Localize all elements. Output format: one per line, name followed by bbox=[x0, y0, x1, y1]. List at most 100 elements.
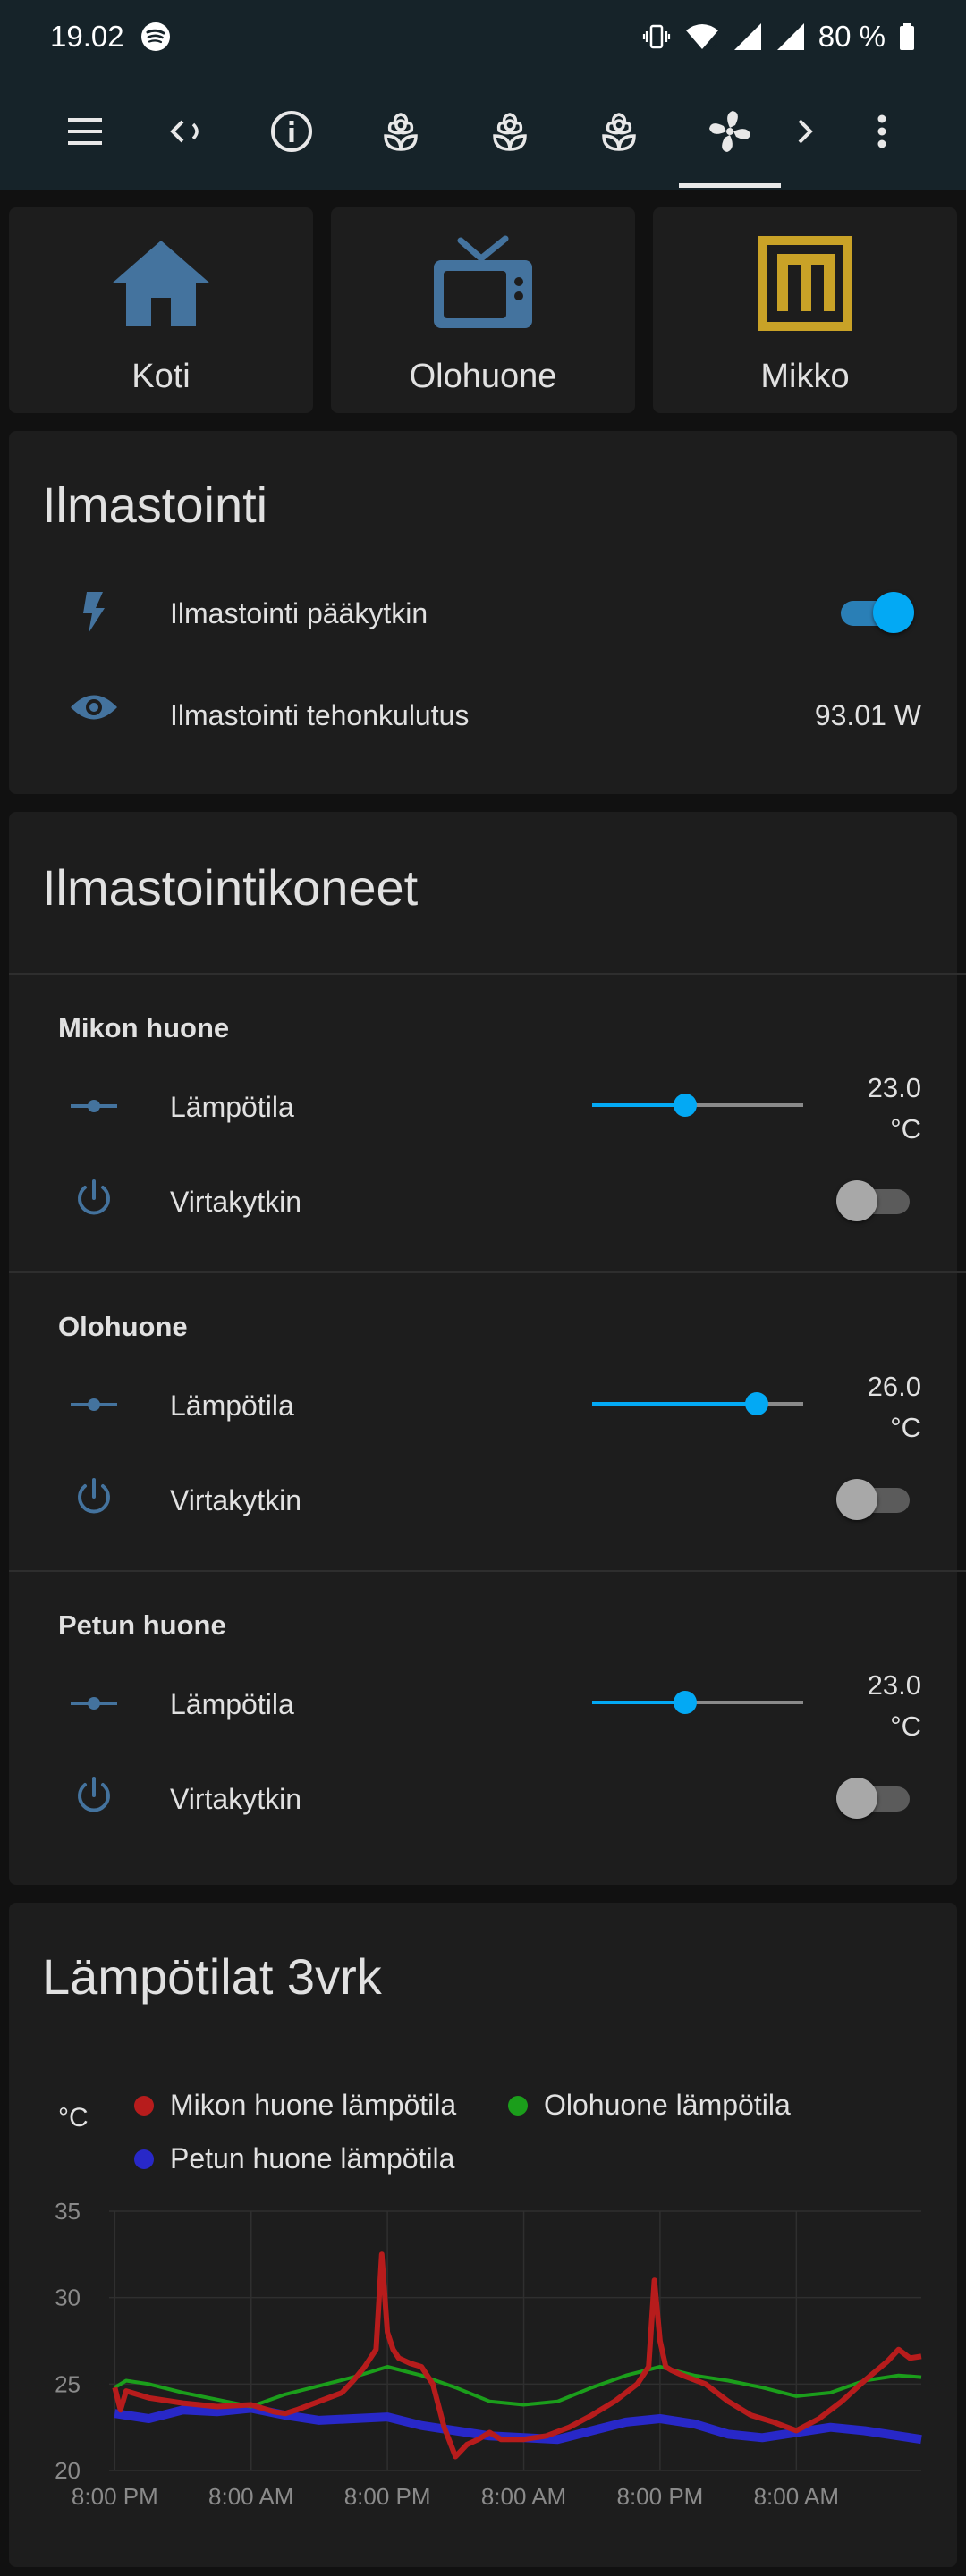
temp-value-display: 23.0 °C bbox=[868, 1665, 921, 1747]
thermostat-slider-icon bbox=[64, 1690, 123, 1717]
switch-label: Virtakytkin bbox=[170, 1186, 302, 1218]
toggle-knob bbox=[836, 1479, 877, 1520]
info-icon[interactable] bbox=[256, 73, 327, 190]
x-tick-label: 8:00 AM bbox=[754, 2483, 839, 2510]
y-tick-label: 35 bbox=[55, 2198, 80, 2225]
x-tick-label: 8:00 PM bbox=[72, 2483, 158, 2510]
temp-slider[interactable] bbox=[592, 1087, 803, 1123]
slider-fill bbox=[592, 1701, 685, 1704]
room-name: Petun huone bbox=[58, 1609, 226, 1641]
flash-icon bbox=[64, 590, 123, 635]
home-icon bbox=[108, 234, 214, 333]
menu-icon[interactable] bbox=[49, 73, 121, 190]
room-power-toggle[interactable] bbox=[836, 1176, 917, 1226]
nav-label: Olohuone bbox=[409, 358, 557, 395]
temp-label: Lämpötila bbox=[170, 1389, 294, 1422]
slider-fill bbox=[592, 1103, 685, 1107]
active-tab-indicator bbox=[679, 183, 781, 188]
flower-icon[interactable] bbox=[365, 73, 436, 190]
temp-value-display: 26.0 °C bbox=[868, 1366, 921, 1448]
room-power-toggle[interactable] bbox=[836, 1773, 917, 1823]
eye-icon bbox=[64, 685, 123, 730]
power-icon bbox=[64, 1475, 123, 1520]
slider-fill bbox=[592, 1402, 758, 1406]
power-label: Ilmastointi tehonkulutus bbox=[170, 699, 470, 731]
status-bar: 19.02 80 % bbox=[0, 0, 966, 73]
more-vert-icon[interactable] bbox=[846, 73, 918, 190]
power-icon bbox=[64, 1774, 123, 1819]
divider bbox=[9, 1271, 966, 1273]
power-value: 93.01 W bbox=[814, 699, 921, 731]
vibrate-icon bbox=[641, 21, 672, 52]
temp-value: 23.0 bbox=[867, 1072, 921, 1103]
y-tick-label: 30 bbox=[55, 2285, 80, 2311]
ilmastointi-card: Ilmastointi Ilmastointi pääkytkin Ilmast… bbox=[9, 431, 957, 794]
temp-value: 23.0 bbox=[867, 1669, 921, 1701]
toggle-knob bbox=[873, 592, 914, 633]
nav-button-olohuone[interactable]: Olohuone bbox=[331, 207, 635, 413]
wifi-icon bbox=[684, 21, 720, 52]
temp-unit: °C bbox=[890, 1710, 921, 1742]
temp-label: Lämpötila bbox=[170, 1091, 294, 1123]
main-switch-toggle[interactable] bbox=[834, 587, 914, 638]
slider-thumb[interactable] bbox=[745, 1392, 769, 1415]
flower-icon[interactable] bbox=[583, 73, 655, 190]
temp-label: Lämpötila bbox=[170, 1688, 294, 1720]
temp-unit: °C bbox=[890, 1113, 921, 1144]
status-time: 19.02 bbox=[50, 20, 124, 53]
back-icon[interactable] bbox=[150, 73, 222, 190]
series-line-1 bbox=[114, 2365, 922, 2409]
toggle-knob bbox=[836, 1778, 877, 1819]
main-switch-label: Ilmastointi pääkytkin bbox=[170, 597, 428, 629]
room-power-toggle[interactable] bbox=[836, 1474, 917, 1524]
tv-icon bbox=[430, 234, 536, 333]
mikko-logo bbox=[758, 234, 852, 333]
slider-thumb[interactable] bbox=[673, 1094, 697, 1117]
temperature-chart: °C 353025208:00 PM 8:00 AM 8:00 PM 8:00 AM 8… bbox=[55, 2103, 922, 2510]
temp-slider[interactable] bbox=[592, 1386, 803, 1422]
toggle-knob bbox=[836, 1180, 877, 1221]
slider-thumb[interactable] bbox=[673, 1691, 697, 1714]
y-tick-label: 25 bbox=[55, 2370, 80, 2397]
divider bbox=[9, 973, 966, 975]
battery-percent: 80 % bbox=[818, 20, 886, 53]
app-toolbar bbox=[0, 73, 966, 190]
power-icon bbox=[64, 1177, 123, 1221]
x-tick-label: 8:00 AM bbox=[481, 2483, 566, 2510]
temp-value-display: 23.0 °C bbox=[868, 1068, 921, 1150]
temp-slider[interactable] bbox=[592, 1685, 803, 1720]
flower-icon[interactable] bbox=[474, 73, 546, 190]
x-tick-label: 8:00 PM bbox=[344, 2483, 431, 2510]
room-name: Olohuone bbox=[58, 1311, 188, 1342]
nav-button-mikko[interactable]: Mikko bbox=[653, 207, 957, 413]
spotify-icon bbox=[140, 21, 171, 52]
fan-icon[interactable] bbox=[694, 73, 766, 190]
room-name: Mikon huone bbox=[58, 1012, 230, 1043]
ilmastointikoneet-card: Ilmastointikoneet Mikon huone Lämpötila … bbox=[9, 812, 966, 1885]
chart-ticks: 353025208:00 PM 8:00 AM 8:00 PM 8:00 AM 8:00… bbox=[55, 2198, 839, 2510]
card-title: Ilmastointikoneet bbox=[42, 859, 419, 916]
card-title: Ilmastointi bbox=[42, 477, 268, 533]
switch-label: Virtakytkin bbox=[170, 1783, 302, 1815]
switch-label: Virtakytkin bbox=[170, 1484, 302, 1516]
temp-value: 26.0 bbox=[867, 1371, 921, 1402]
x-tick-label: 8:00 AM bbox=[208, 2483, 293, 2510]
nav-label: Koti bbox=[131, 358, 191, 395]
x-tick-label: 8:00 PM bbox=[617, 2483, 704, 2510]
chevron-right-icon[interactable] bbox=[769, 73, 841, 190]
signal-icon bbox=[775, 21, 806, 52]
y-tick-label: 20 bbox=[55, 2457, 80, 2484]
chart-series bbox=[112, 2251, 922, 2460]
series-line-2 bbox=[114, 2403, 922, 2445]
history-card: Lämpötilat 3vrk Mikon huone lämpötila Ol… bbox=[9, 1903, 957, 2567]
nav-button-koti[interactable]: Koti bbox=[9, 207, 313, 413]
battery-icon bbox=[898, 21, 916, 52]
thermostat-slider-icon bbox=[64, 1391, 123, 1418]
temp-unit: °C bbox=[890, 1412, 921, 1443]
y-axis-unit: °C bbox=[58, 2103, 89, 2133]
thermostat-slider-icon bbox=[64, 1093, 123, 1119]
series-line-0 bbox=[112, 2251, 922, 2460]
divider bbox=[9, 1570, 966, 1572]
nav-label: Mikko bbox=[760, 358, 850, 395]
signal-icon bbox=[733, 21, 763, 52]
